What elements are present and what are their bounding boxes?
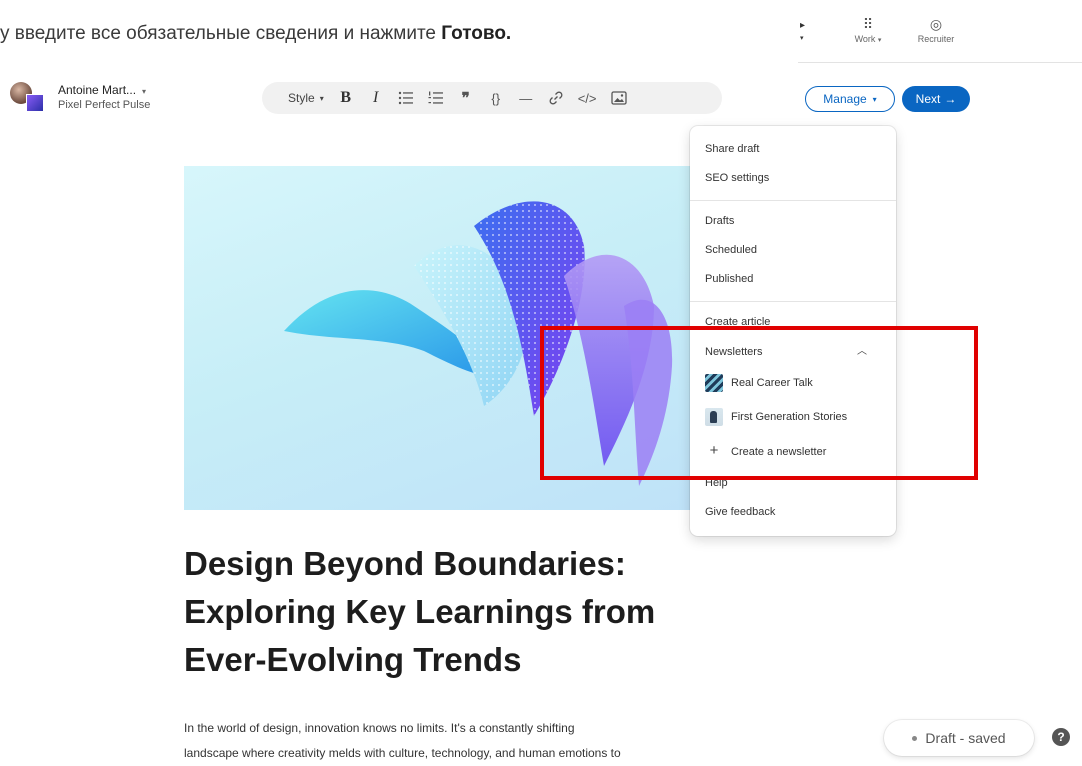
- recruiter-link[interactable]: ◎ Recruiter: [906, 14, 966, 44]
- help-item[interactable]: Help: [705, 474, 728, 492]
- abstract-waves-illustration: [284, 201, 673, 486]
- author-page-name: Pixel Perfect Pulse: [58, 99, 151, 111]
- body-line: In the world of design, innovation knows…: [184, 721, 575, 735]
- bold-button[interactable]: B: [338, 86, 354, 110]
- published-item[interactable]: Published: [705, 270, 753, 288]
- status-dot-icon: [912, 735, 918, 741]
- chevron-up-icon: ︿: [857, 346, 867, 357]
- author-name-text: Antoine Mart...: [58, 83, 137, 97]
- link-icon[interactable]: [548, 86, 564, 110]
- newsletter-label: First Generation Stories: [731, 411, 848, 423]
- article-body[interactable]: In the world of design, innovation knows…: [184, 716, 784, 766]
- quote-icon[interactable]: ❞: [458, 86, 474, 110]
- newsletter-item-real-career-talk[interactable]: Real Career Talk: [705, 374, 813, 393]
- bulleted-list-icon[interactable]: [398, 86, 414, 110]
- nav-cut-icon: ▸ ▾: [800, 20, 806, 42]
- author-name: Antoine Mart... ▾: [58, 83, 146, 97]
- work-label: Work: [854, 34, 876, 44]
- title-line: Exploring Key Learnings from: [184, 593, 656, 630]
- style-dropdown[interactable]: Style ▾: [288, 86, 324, 110]
- recruiter-icon: ◎: [929, 16, 943, 32]
- instruction-done-word: Готово.: [441, 23, 512, 44]
- drafts-item[interactable]: Drafts: [705, 212, 734, 230]
- body-line: landscape where creativity melds with cu…: [184, 746, 621, 760]
- create-newsletter-label: Create a newsletter: [731, 446, 827, 458]
- chevron-down-icon: ▾: [142, 87, 147, 96]
- title-line: Ever-Evolving Trends: [184, 641, 522, 678]
- newsletters-section-header[interactable]: Newsletters ︿: [705, 343, 881, 361]
- menu-divider: [690, 301, 896, 302]
- divider-icon[interactable]: —: [518, 86, 534, 110]
- instruction-prefix: у введите все обязательные сведения и на…: [0, 23, 442, 44]
- newsletter-label: Real Career Talk: [731, 377, 813, 389]
- grid-icon: ⠿: [862, 16, 874, 32]
- plus-icon: +: [709, 442, 719, 459]
- chevron-down-icon: ▾: [319, 93, 324, 103]
- image-icon[interactable]: [610, 86, 627, 110]
- chevron-down-icon: ▾: [872, 94, 877, 104]
- newsletter-item-first-generation-stories[interactable]: First Generation Stories: [705, 408, 848, 427]
- scheduled-item[interactable]: Scheduled: [705, 241, 757, 259]
- share-draft-item[interactable]: Share draft: [705, 140, 759, 158]
- recruiter-label: Recruiter: [917, 34, 955, 44]
- arrow-right-icon: →: [944, 92, 957, 106]
- top-navigation: ▸ ▾ ⠿ Work ▾ ◎ Recruiter: [798, 6, 1082, 63]
- numbered-list-icon[interactable]: [428, 86, 444, 110]
- next-label: Next: [915, 92, 941, 106]
- author-selector[interactable]: Antoine Mart... ▾ Pixel Perfect Pulse: [10, 80, 190, 120]
- manage-dropdown-menu: Share draft SEO settings Drafts Schedule…: [690, 126, 896, 536]
- formatting-toolbar: Style ▾ B I ❞ {} — </>: [262, 82, 722, 114]
- manage-label: Manage: [823, 92, 867, 106]
- draft-status-badge: Draft - saved: [884, 720, 1034, 756]
- newsletter-logo-icon: [705, 374, 723, 393]
- title-line: Design Beyond Boundaries:: [184, 545, 626, 582]
- chevron-down-icon: ▾: [877, 37, 882, 44]
- draft-status-label: Draft - saved: [925, 730, 1006, 746]
- italic-button[interactable]: I: [368, 86, 384, 110]
- seo-settings-item[interactable]: SEO settings: [705, 169, 769, 187]
- article-title[interactable]: Design Beyond Boundaries: Exploring Key …: [184, 540, 744, 684]
- style-label: Style: [288, 91, 315, 105]
- give-feedback-item[interactable]: Give feedback: [705, 503, 775, 521]
- newsletters-header-label: Newsletters: [705, 346, 763, 358]
- create-article-item[interactable]: Create article: [705, 313, 770, 331]
- work-menu[interactable]: ⠿ Work ▾: [838, 14, 898, 44]
- newsletter-logo-icon: [705, 408, 723, 427]
- manage-button[interactable]: Manage ▾: [805, 86, 895, 112]
- help-icon[interactable]: ?: [1052, 728, 1070, 746]
- menu-divider: [690, 200, 896, 201]
- create-newsletter-item[interactable]: + Create a newsletter: [705, 442, 827, 460]
- cover-image[interactable]: [184, 166, 696, 510]
- next-button[interactable]: Next →: [902, 86, 970, 112]
- code-block-icon[interactable]: {}: [488, 86, 504, 110]
- instruction-text: у введите все обязательные сведения и на…: [0, 16, 780, 52]
- page-logo-icon: [26, 94, 44, 112]
- embed-code-icon[interactable]: </>: [578, 86, 597, 110]
